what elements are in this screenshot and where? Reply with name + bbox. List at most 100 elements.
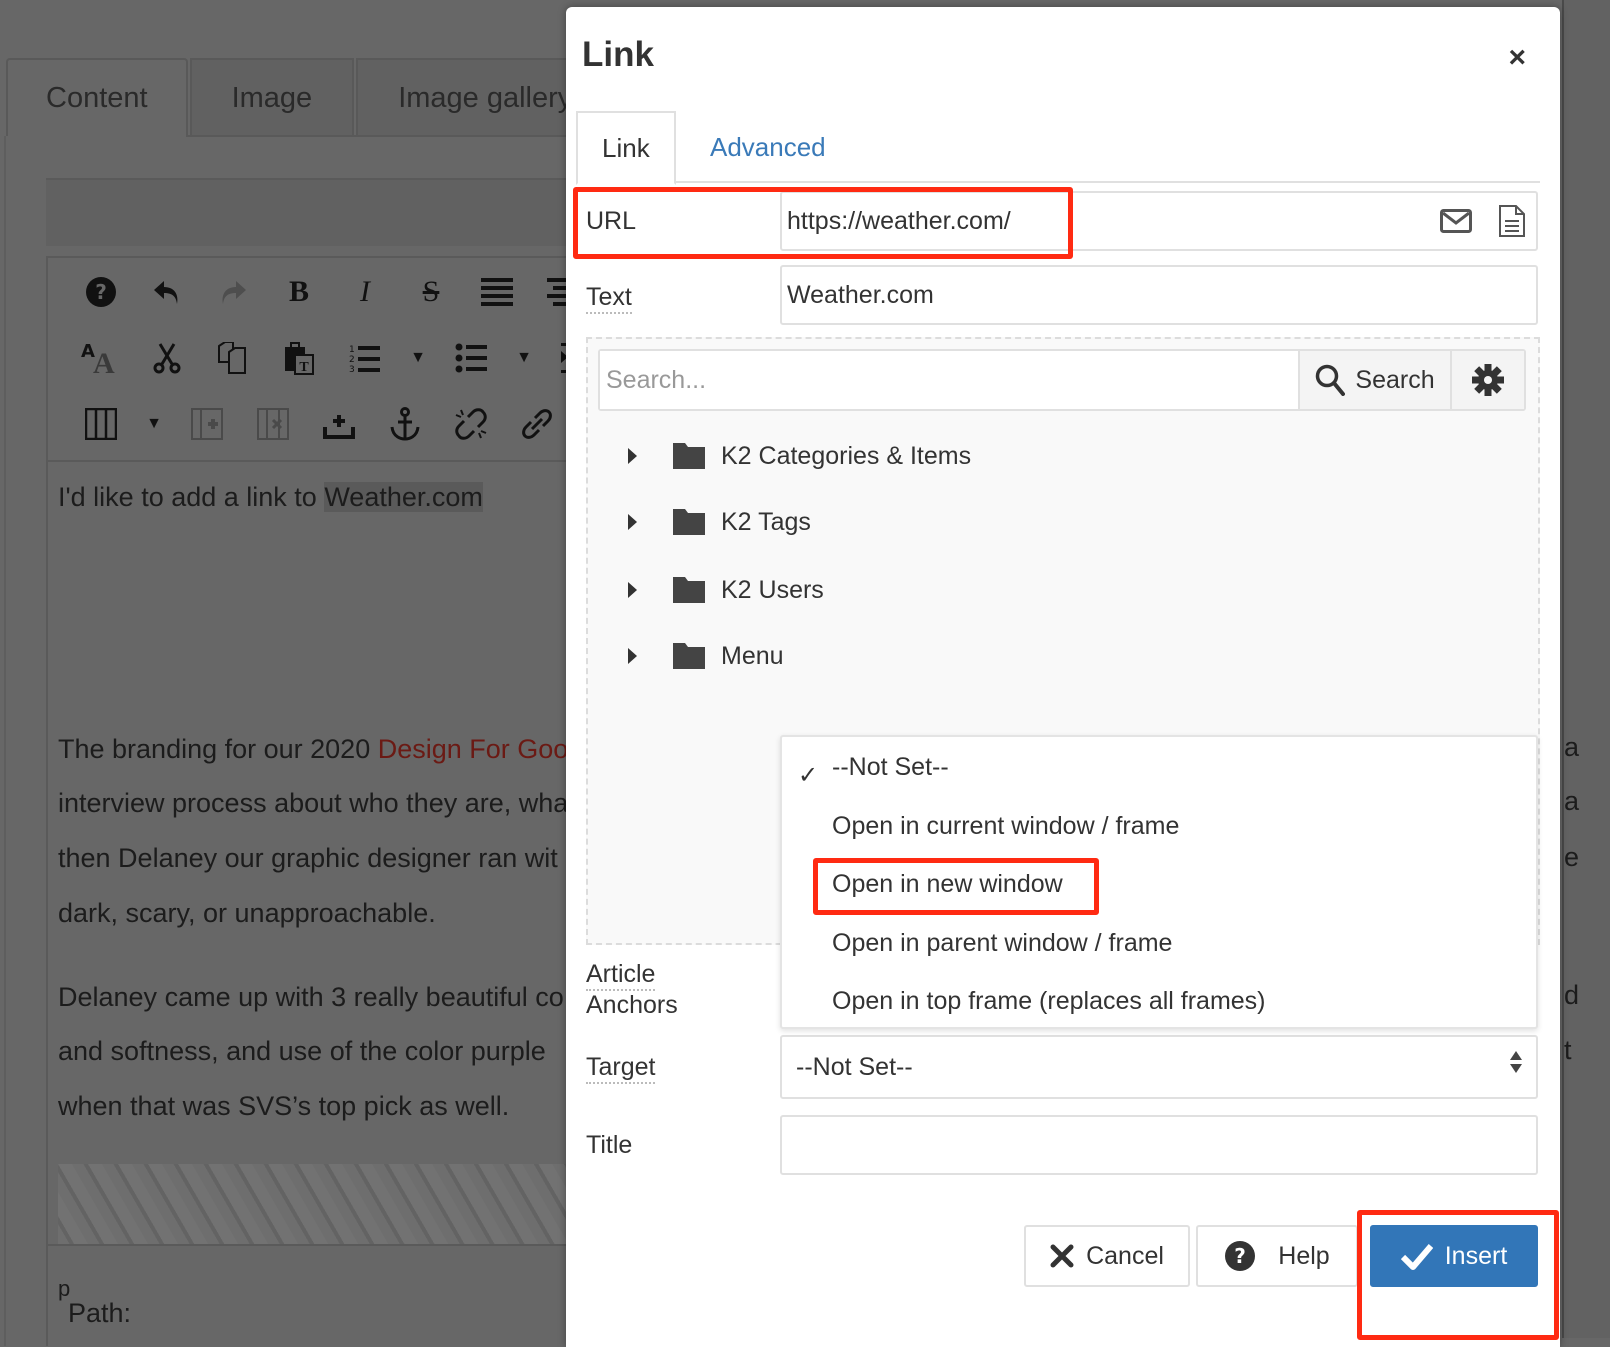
tab-content[interactable]: Content — [6, 58, 188, 136]
target-option-parent-window[interactable]: Open in parent window / frame — [832, 929, 1172, 958]
title-field[interactable] — [780, 1115, 1538, 1175]
expand-icon[interactable] — [628, 648, 637, 664]
checkmark-icon: ✓ — [798, 762, 819, 789]
cancel-button[interactable]: Cancel — [1024, 1225, 1190, 1287]
align-justify-icon[interactable] — [464, 270, 530, 314]
font-size-icon[interactable]: AA — [68, 336, 134, 380]
target-label: Target — [586, 1053, 656, 1084]
target-option-new-window[interactable]: Open in new window — [832, 870, 1063, 899]
file-browser-icon[interactable] — [1498, 205, 1526, 244]
target-option-current-window[interactable]: Open in current window / frame — [832, 812, 1179, 841]
content-line: when that was SVS’s top pick as well. — [58, 1091, 510, 1121]
checkmark-icon — [1400, 1244, 1433, 1270]
content-line: dark, scary, or unapproachable. — [58, 898, 436, 928]
link-icon[interactable] — [504, 402, 570, 446]
toolbar-divider — [48, 460, 588, 462]
tree-item-label: Menu — [721, 641, 784, 670]
tab-image[interactable]: Image — [189, 58, 355, 136]
bulleted-list-icon[interactable] — [438, 336, 504, 380]
expand-icon[interactable] — [628, 514, 637, 530]
content-link[interactable]: Design For Goo — [378, 734, 569, 764]
tab-link[interactable]: Link — [576, 111, 676, 185]
text-field[interactable]: Weather.com — [780, 265, 1538, 325]
status-path-bar: Path: p — [48, 1244, 588, 1344]
insert-column-icon[interactable] — [174, 402, 240, 446]
target-option-not-set[interactable]: --Not Set-- — [832, 753, 949, 782]
peek-text: a — [1564, 786, 1580, 816]
text-value: Weather.com — [787, 280, 934, 309]
content-line: then Delaney our graphic designer ran wi… — [58, 843, 558, 873]
target-dropdown-menu: ✓ --Not Set-- Open in current window / f… — [780, 735, 1538, 1029]
expand-icon[interactable] — [628, 448, 637, 464]
unlink-icon[interactable] — [438, 402, 504, 446]
target-selected-value: --Not Set-- — [796, 1052, 913, 1081]
svg-text:2: 2 — [349, 355, 355, 365]
svg-text:?: ? — [1234, 1244, 1246, 1268]
tree-item-k2-tags[interactable]: K2 Tags — [628, 502, 811, 542]
bulleted-list-dropdown-icon[interactable]: ▼ — [504, 336, 544, 380]
content-image — [58, 1164, 578, 1244]
content-line: interview process about who they are, wh… — [58, 788, 569, 818]
help-icon[interactable]: ? — [68, 270, 134, 314]
svg-text:A: A — [93, 347, 115, 375]
content-line: and softness, and use of the color purpl… — [58, 1036, 546, 1066]
gear-icon — [1472, 364, 1504, 396]
insert-button-label: Insert — [1444, 1241, 1508, 1270]
article-anchors-label: Article Anchors — [586, 960, 678, 1019]
help-button-label: Help — [1278, 1241, 1330, 1270]
tree-item-k2-users[interactable]: K2 Users — [628, 570, 824, 610]
tree-item-label: K2 Categories & Items — [721, 441, 972, 470]
tab-advanced[interactable]: Advanced — [686, 111, 850, 183]
cancel-button-label: Cancel — [1086, 1241, 1164, 1270]
bold-icon[interactable]: B — [266, 270, 332, 314]
folder-icon — [673, 443, 705, 469]
url-field[interactable]: https://weather.com/ — [780, 191, 1538, 251]
settings-button[interactable] — [1450, 351, 1524, 409]
search-input[interactable] — [600, 351, 1298, 409]
tree-item-k2-categories[interactable]: K2 Categories & Items — [628, 436, 971, 476]
numbered-list-dropdown-icon[interactable]: ▼ — [398, 336, 438, 380]
anchor-icon[interactable] — [372, 402, 438, 446]
url-label: URL — [586, 207, 637, 235]
search-icon — [1316, 364, 1346, 396]
toolbar-row-1: ? B I S — [68, 270, 596, 314]
table-dropdown-icon[interactable]: ▼ — [134, 402, 174, 446]
strikethrough-icon[interactable]: S — [398, 270, 464, 314]
close-icon[interactable]: × — [1508, 41, 1526, 75]
copy-icon[interactable] — [200, 336, 266, 380]
italic-icon[interactable]: I — [332, 270, 398, 314]
dialog-tabs: Link Advanced — [576, 111, 1540, 185]
peek-text: d — [1564, 980, 1580, 1010]
delete-column-icon[interactable] — [240, 402, 306, 446]
table-columns-icon[interactable] — [68, 402, 134, 446]
folder-icon — [673, 577, 705, 603]
insert-row-icon[interactable] — [306, 402, 372, 446]
cut-icon[interactable] — [134, 336, 200, 380]
path-label: Path: — [68, 1298, 132, 1328]
help-button[interactable]: ? Help — [1196, 1225, 1358, 1287]
svg-text:?: ? — [95, 280, 107, 304]
paste-as-text-icon[interactable]: T — [266, 336, 332, 380]
content-line: Delaney came up with 3 really beautiful … — [58, 982, 564, 1012]
insert-button[interactable]: Insert — [1370, 1225, 1538, 1287]
redo-icon[interactable] — [200, 270, 266, 314]
tree-item-label: K2 Tags — [721, 507, 811, 536]
search-button-label: Search — [1355, 365, 1435, 394]
peek-text: e — [1564, 842, 1580, 872]
title-label: Title — [586, 1131, 633, 1159]
content-line: I'd like to add a link to Weather.com — [58, 482, 483, 512]
svg-text:3: 3 — [349, 365, 355, 373]
dialog-title: Link — [582, 35, 654, 74]
peek-text: a — [1564, 732, 1580, 762]
email-icon[interactable] — [1440, 209, 1472, 240]
panel-border — [4, 136, 6, 1346]
select-arrows-icon — [1510, 1051, 1522, 1073]
target-option-top-frame[interactable]: Open in top frame (replaces all frames) — [832, 987, 1266, 1016]
numbered-list-icon[interactable]: 123 — [332, 336, 398, 380]
undo-icon[interactable] — [134, 270, 200, 314]
tree-item-menu[interactable]: Menu — [628, 636, 784, 676]
search-button[interactable]: Search — [1298, 351, 1450, 409]
target-select[interactable]: --Not Set-- — [780, 1035, 1538, 1099]
expand-icon[interactable] — [628, 582, 637, 598]
folder-icon — [673, 643, 705, 669]
